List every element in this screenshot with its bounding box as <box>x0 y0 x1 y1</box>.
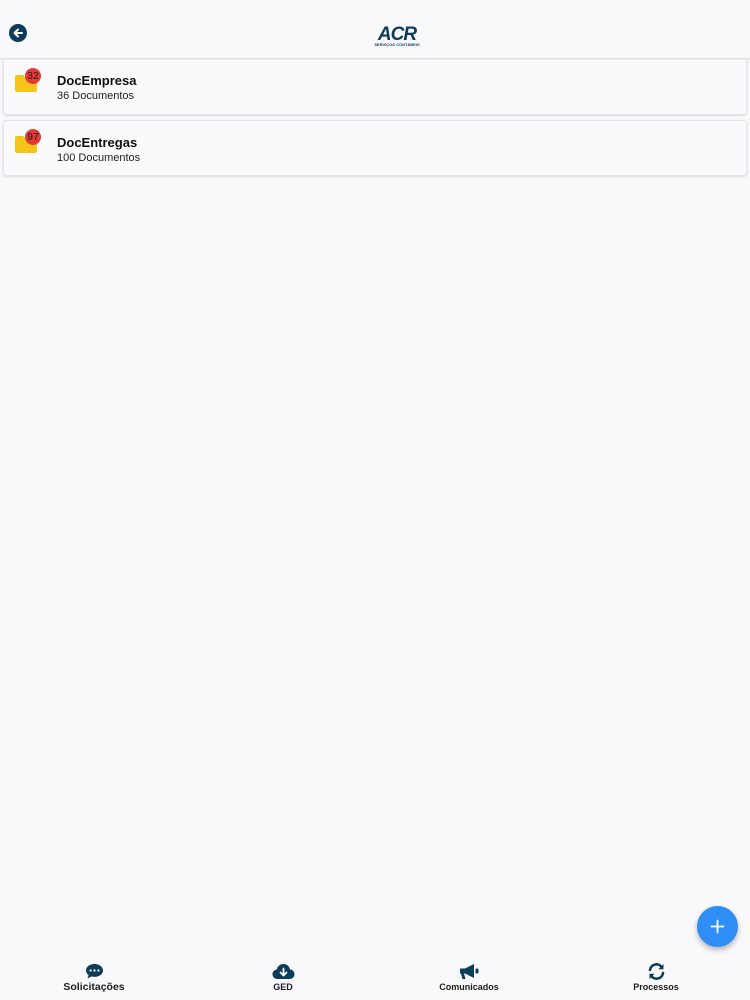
folder-name: DocEmpresa <box>57 73 137 88</box>
plus-icon <box>710 919 725 934</box>
chat-bubble-icon <box>85 964 103 979</box>
back-button[interactable] <box>9 24 27 42</box>
megaphone-icon <box>459 964 478 979</box>
list-item[interactable]: 97 DocEntregas 100 Documentos <box>3 120 747 176</box>
unread-badge: 32 <box>25 68 41 84</box>
tab-comunicados[interactable]: Comunicados <box>424 955 514 1000</box>
tab-label: Processos <box>633 982 679 992</box>
app-header: ACR SERVIÇOS CONTÁBEIS <box>0 0 750 59</box>
sync-icon <box>648 963 664 980</box>
folder-document-count: 36 Documentos <box>57 90 135 102</box>
unread-badge: 97 <box>25 129 41 145</box>
tab-label: Comunicados <box>439 982 499 992</box>
svg-text:SERVIÇOS CONTÁBEIS: SERVIÇOS CONTÁBEIS <box>374 42 420 47</box>
tab-label: GED <box>273 982 293 992</box>
add-button[interactable] <box>697 906 738 947</box>
folder-list: 32 DocEmpresa 36 Documentos 97 DocEntreg… <box>3 60 747 181</box>
folder-name: DocEntregas <box>57 135 138 150</box>
tab-processos[interactable]: Processos <box>616 955 696 1000</box>
folder-document-count: 100 Documentos <box>57 152 141 164</box>
tab-label: Solicitações <box>63 981 125 993</box>
arrow-left-circle-icon <box>9 24 27 42</box>
tab-ged[interactable]: GED <box>246 955 320 1000</box>
tab-solicitacoes[interactable]: Solicitações <box>44 955 144 1000</box>
list-item[interactable]: 32 DocEmpresa 36 Documentos <box>3 60 747 115</box>
acr-logo: ACR SERVIÇOS CONTÁBEIS <box>372 24 422 48</box>
bottom-tab-bar: Solicitações GED Comunicados Processos <box>0 955 750 1000</box>
cloud-download-icon <box>272 964 294 979</box>
